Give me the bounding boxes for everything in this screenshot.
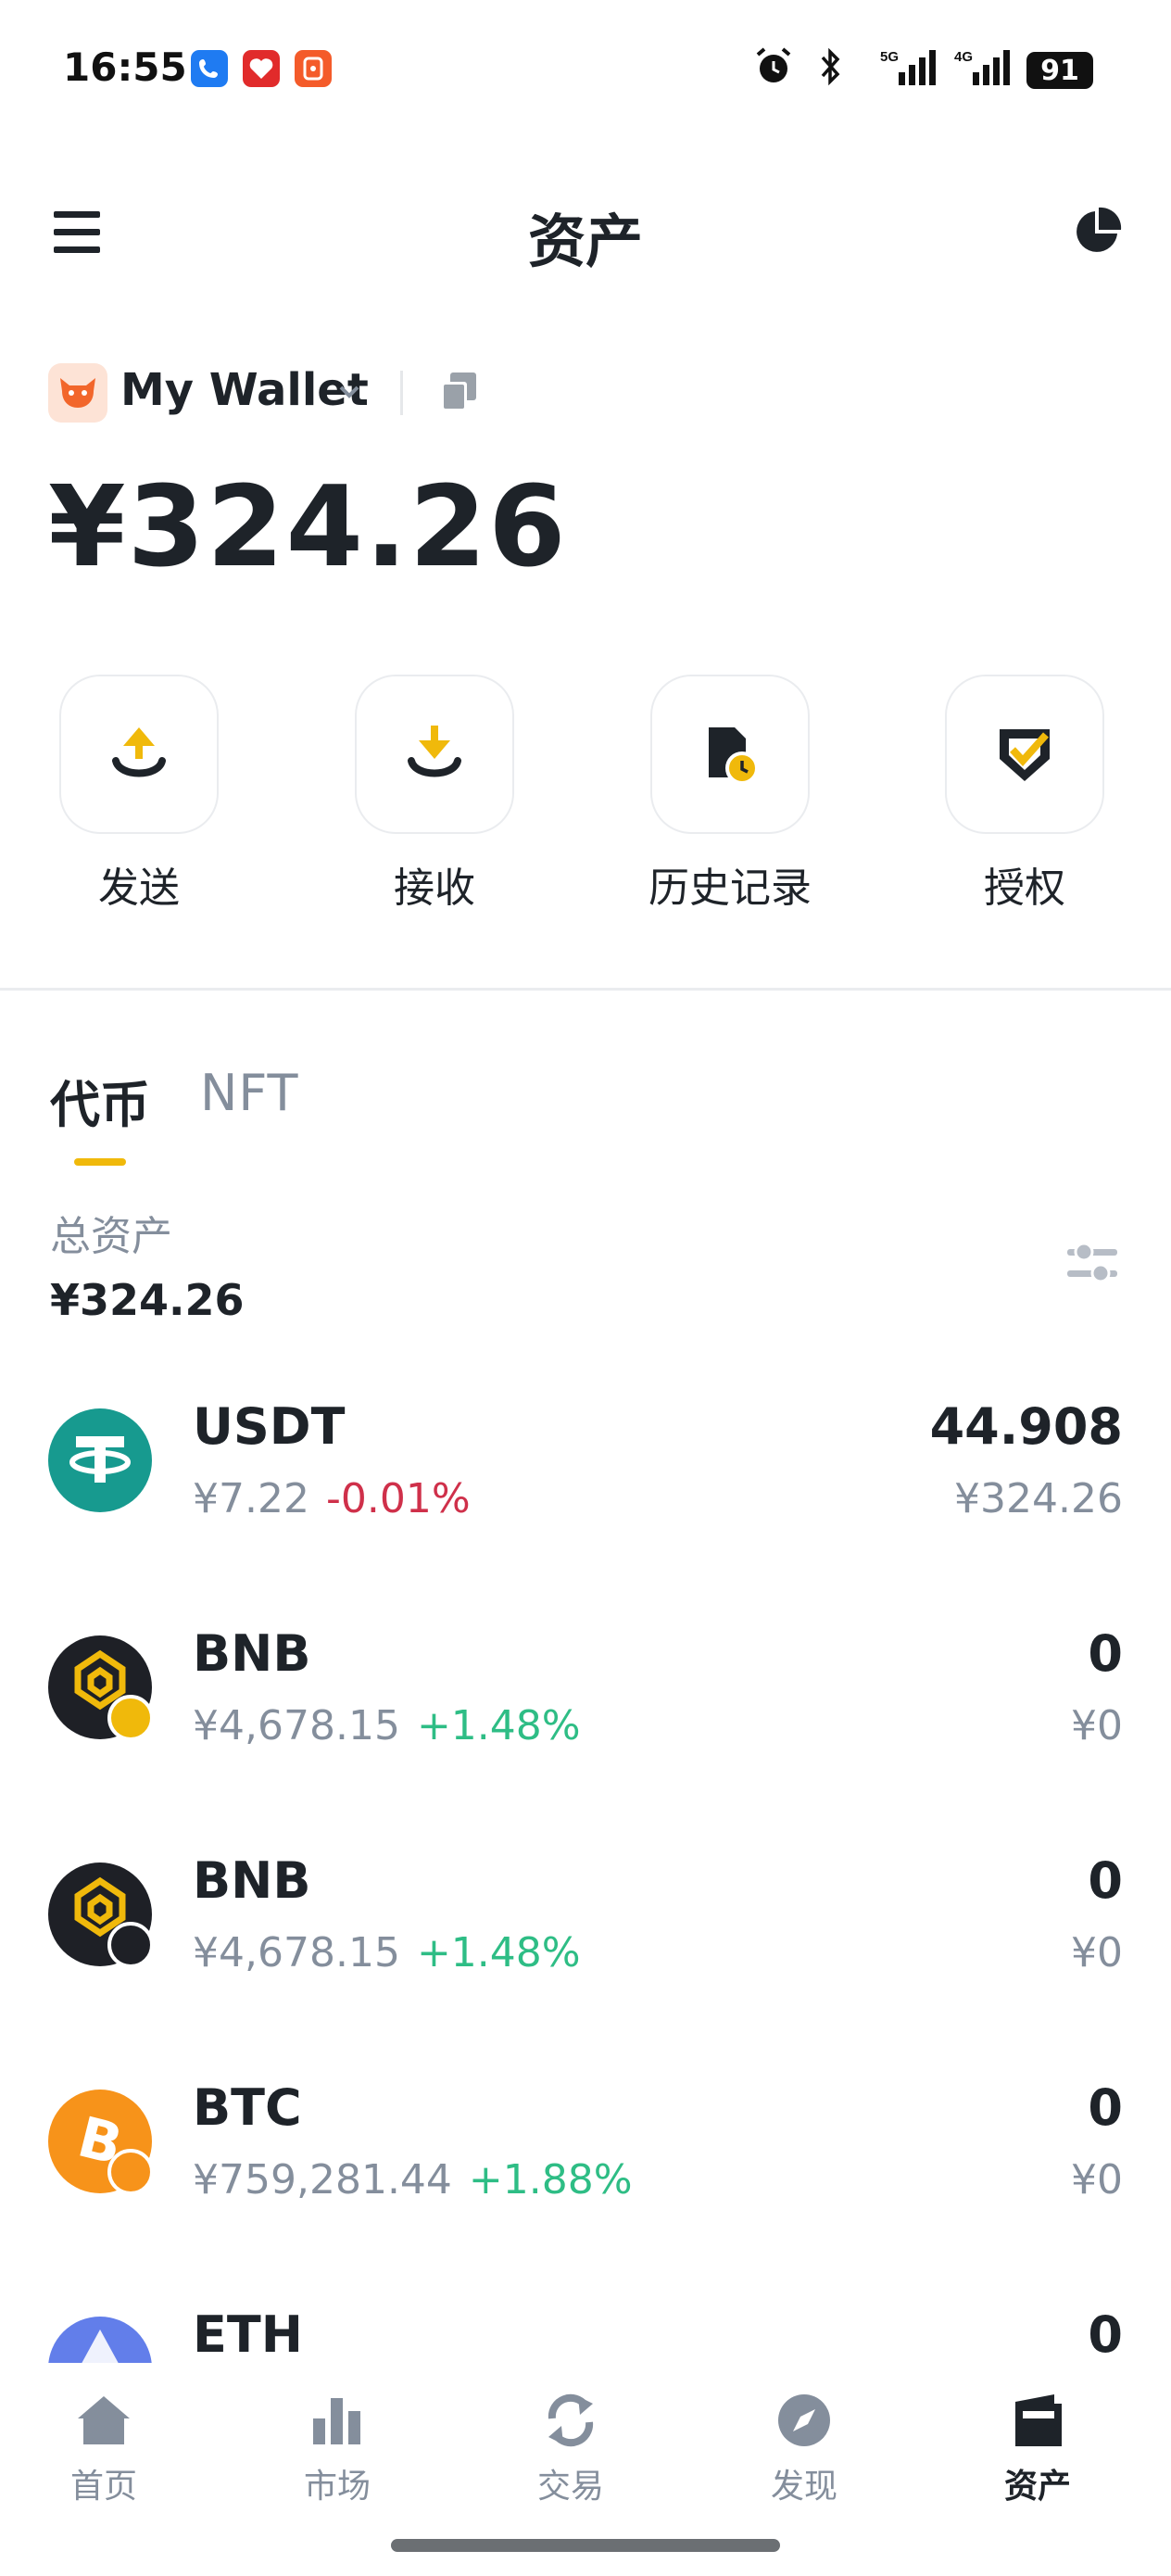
coin-change: -0.01%: [325, 1475, 471, 1522]
total-assets-value: ¥324.26: [50, 1275, 245, 1325]
nav-discover[interactable]: 发现: [711, 2391, 897, 2507]
receive-label: 接收: [394, 865, 475, 912]
signal-5g-icon: 5G: [878, 46, 943, 87]
coin-amount: 0: [1088, 2078, 1123, 2137]
total-assets-label: 总资产: [50, 1213, 172, 1260]
bitcoin-chain-badge-icon: [107, 2149, 154, 2195]
asset-row-eth[interactable]: ETH 0: [0, 2289, 1171, 2363]
nav-label: 市场: [303, 2468, 371, 2506]
wallet-divider: [400, 371, 403, 415]
usdt-coin-icon: [48, 1408, 152, 1512]
receive-button[interactable]: [355, 675, 514, 834]
wallet-balance: ¥324.26: [48, 463, 568, 592]
coin-symbol: BTC: [193, 2078, 302, 2137]
send-label: 发送: [98, 865, 180, 912]
svg-text:5G: 5G: [880, 49, 899, 65]
coin-value: ¥0: [1071, 1929, 1123, 1976]
compass-icon: [778, 2394, 830, 2446]
nav-label: 资产: [1003, 2468, 1071, 2506]
coin-change: +1.88%: [468, 2156, 633, 2203]
home-indicator[interactable]: [391, 2539, 780, 2552]
wallet-icon: [1015, 2394, 1062, 2446]
swap-icon: [548, 2393, 594, 2447]
nav-trade[interactable]: 交易: [478, 2391, 663, 2507]
nav-market[interactable]: 市场: [245, 2391, 430, 2507]
battery-indicator: 91: [1026, 52, 1093, 89]
history-button[interactable]: [650, 675, 810, 834]
coin-symbol: USDT: [193, 1397, 346, 1456]
tab-nft[interactable]: NFT: [200, 1064, 299, 1122]
asset-row-usdt[interactable]: USDT ¥7.22 -0.01% 44.908 ¥324.26: [0, 1381, 1171, 1608]
coin-value: ¥324.26: [954, 1475, 1123, 1522]
asset-list: USDT ¥7.22 -0.01% 44.908 ¥324.26 BNB ¥4,6…: [0, 1381, 1171, 2363]
wallet-avatar[interactable]: [48, 363, 107, 423]
receive-icon: [408, 726, 461, 777]
deals-app-icon: [295, 50, 332, 87]
svg-text:4G: 4G: [954, 49, 973, 65]
history-icon: [709, 727, 759, 785]
bsc-chain-badge-icon: [107, 1695, 154, 1741]
asset-row-bnb[interactable]: BNB ¥4,678.15 +1.48% 0 ¥0: [0, 1835, 1171, 2062]
active-tab-indicator: [74, 1158, 126, 1166]
chevron-down-icon[interactable]: [335, 378, 363, 406]
coin-value: ¥0: [1071, 1702, 1123, 1749]
opbnb-chain-badge-icon: [107, 1922, 154, 1968]
coin-amount: 0: [1088, 2305, 1123, 2363]
copy-icon[interactable]: [439, 371, 478, 413]
coin-price: ¥759,281.44 +1.88%: [193, 2156, 633, 2203]
nav-label: 交易: [536, 2468, 604, 2506]
nav-label: 发现: [770, 2468, 837, 2506]
asset-row-btc[interactable]: B BTC ¥759,281.44 +1.88% 0 ¥0: [0, 2062, 1171, 2289]
send-button[interactable]: [59, 675, 219, 834]
asset-row-bnb[interactable]: BNB ¥4,678.15 +1.48% 0 ¥0: [0, 1608, 1171, 1835]
tab-tokens[interactable]: 代币: [50, 1064, 150, 1137]
coin-value: ¥0: [1071, 2156, 1123, 2203]
pie-chart-icon[interactable]: [1071, 206, 1123, 258]
coin-price: ¥4,678.15 +1.48%: [193, 1929, 581, 1976]
authorize-label: 授权: [984, 865, 1065, 912]
market-icon: [313, 2398, 360, 2444]
bluetooth-icon: [817, 46, 845, 87]
section-divider: [0, 988, 1171, 991]
nav-label: 首页: [69, 2468, 137, 2506]
shopping-app-icon: [243, 50, 280, 87]
coin-symbol: BNB: [193, 1624, 311, 1683]
coin-symbol: BNB: [193, 1851, 311, 1910]
filter-sliders-icon[interactable]: [1065, 1238, 1119, 1288]
shield-check-icon: [1000, 729, 1050, 781]
coin-amount: 0: [1088, 1851, 1123, 1910]
home-icon: [78, 2396, 130, 2444]
history-label: 历史记录: [648, 865, 812, 912]
coin-amount: 44.908: [929, 1397, 1123, 1456]
nav-home[interactable]: 首页: [11, 2391, 196, 2507]
authorize-button[interactable]: [945, 675, 1104, 834]
nav-assets[interactable]: 资产: [945, 2391, 1130, 2507]
eth-coin-icon: [48, 2317, 152, 2363]
phone-app-icon: [191, 50, 228, 87]
coin-change: +1.48%: [416, 1929, 581, 1976]
alarm-icon: [752, 46, 795, 87]
send-icon: [112, 727, 166, 777]
coin-change: +1.48%: [416, 1702, 581, 1749]
coin-price: ¥4,678.15 +1.48%: [193, 1702, 581, 1749]
coin-price: ¥7.22 -0.01%: [193, 1475, 471, 1522]
status-time: 16:55: [63, 44, 187, 90]
wallet-name[interactable]: My Wallet: [120, 364, 369, 416]
coin-symbol: ETH: [193, 2305, 303, 2363]
signal-4g-icon: 4G: [952, 46, 1017, 87]
page-title: 资产: [527, 208, 643, 275]
coin-amount: 0: [1088, 1624, 1123, 1683]
